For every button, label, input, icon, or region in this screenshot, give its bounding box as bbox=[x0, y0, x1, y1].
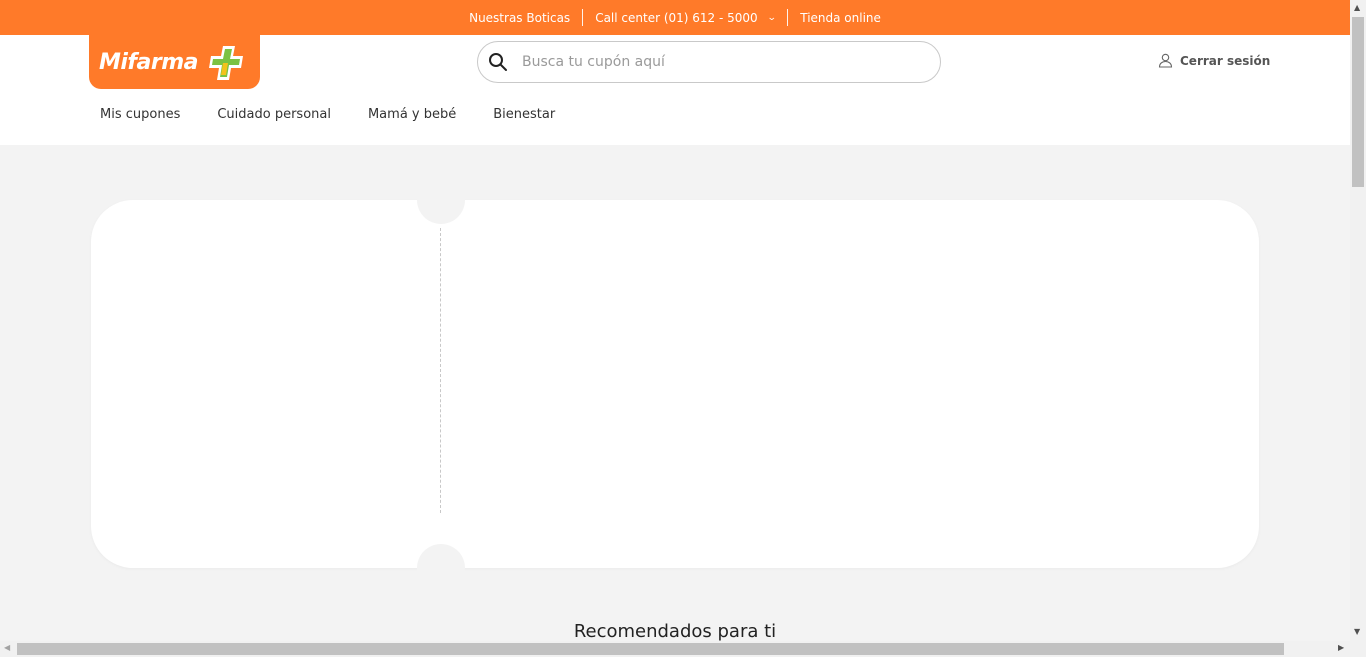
scroll-right-icon[interactable]: ▶ bbox=[1338, 643, 1344, 652]
main-nav: Mis cupones Cuidado personal Mamá y bebé… bbox=[100, 107, 555, 122]
vertical-scroll-thumb[interactable] bbox=[1352, 17, 1364, 187]
logo-text: Mifarma bbox=[99, 49, 198, 75]
recommended-title: Recomendados para ti bbox=[573, 621, 777, 642]
nav-item-mis-cupones[interactable]: Mis cupones bbox=[100, 107, 180, 122]
mifarma-cross-icon bbox=[209, 46, 243, 80]
divider bbox=[582, 9, 584, 26]
divider bbox=[787, 9, 789, 26]
search-bar[interactable] bbox=[477, 41, 941, 83]
mifarma-logo[interactable]: Mifarma bbox=[89, 35, 260, 89]
nav-item-cuidado-personal[interactable]: Cuidado personal bbox=[217, 107, 331, 122]
scroll-up-icon[interactable]: ▲ bbox=[1354, 3, 1360, 12]
logout-button[interactable]: Cerrar sesión bbox=[1158, 53, 1270, 68]
scroll-down-icon[interactable]: ▼ bbox=[1354, 627, 1360, 636]
search-icon[interactable] bbox=[488, 52, 508, 72]
top-bar: Nuestras Boticas Call center (01) 612 - … bbox=[0, 0, 1350, 35]
nav-item-bienestar[interactable]: Bienestar bbox=[493, 107, 555, 122]
vertical-scrollbar[interactable]: ▲ ▼ bbox=[1350, 0, 1366, 641]
scroll-left-icon[interactable]: ◀ bbox=[4, 643, 10, 652]
chevron-down-icon: ⌄ bbox=[766, 12, 777, 23]
nav-item-mama-y-bebe[interactable]: Mamá y bebé bbox=[368, 107, 456, 122]
coupon-notch-bottom bbox=[417, 544, 465, 592]
call-center-dropdown[interactable]: Call center (01) 612 - 5000 ⌄ bbox=[583, 11, 787, 25]
horizontal-scrollbar[interactable]: ◀ ▶ bbox=[0, 641, 1366, 657]
coupon-notch-top bbox=[417, 176, 465, 224]
user-icon bbox=[1158, 53, 1173, 68]
call-center-label: Call center (01) 612 - 5000 bbox=[595, 10, 758, 25]
stores-link[interactable]: Nuestras Boticas bbox=[457, 11, 582, 25]
header: Mifarma Cerrar sesión Mis cupones Cuidad… bbox=[0, 35, 1350, 145]
logout-label: Cerrar sesión bbox=[1180, 53, 1271, 68]
online-store-link[interactable]: Tienda online bbox=[788, 11, 893, 25]
coupon-card-placeholder bbox=[91, 176, 1259, 592]
search-input[interactable] bbox=[522, 54, 902, 70]
horizontal-scroll-thumb[interactable] bbox=[17, 643, 1284, 655]
coupon-dashed-divider bbox=[440, 228, 441, 513]
